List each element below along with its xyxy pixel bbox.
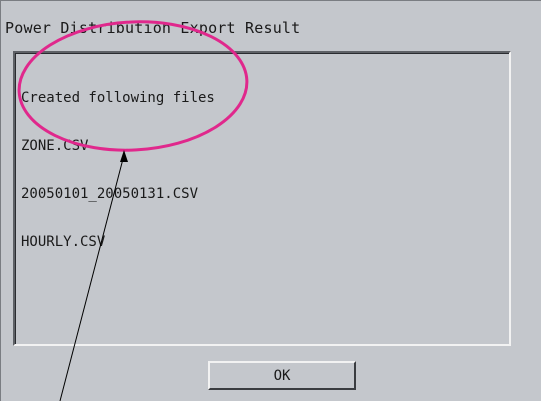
output-line-file: HOURLY.CSV xyxy=(21,234,106,250)
output-line-file: 20050101_20050131.CSV xyxy=(21,186,199,202)
export-result-dialog: Power Distribution Export Result Created… xyxy=(0,0,541,401)
output-text: Created following files ZONE.CSV 2005010… xyxy=(21,58,215,282)
dialog-title: Power Distribution Export Result xyxy=(5,19,301,37)
output-line-heading: Created following files xyxy=(21,90,215,106)
output-line-file: ZONE.CSV xyxy=(21,138,89,154)
output-text-area-inner: Created following files ZONE.CSV 2005010… xyxy=(15,53,509,344)
ok-button[interactable]: OK xyxy=(208,361,356,390)
output-text-area[interactable]: Created following files ZONE.CSV 2005010… xyxy=(13,51,511,346)
